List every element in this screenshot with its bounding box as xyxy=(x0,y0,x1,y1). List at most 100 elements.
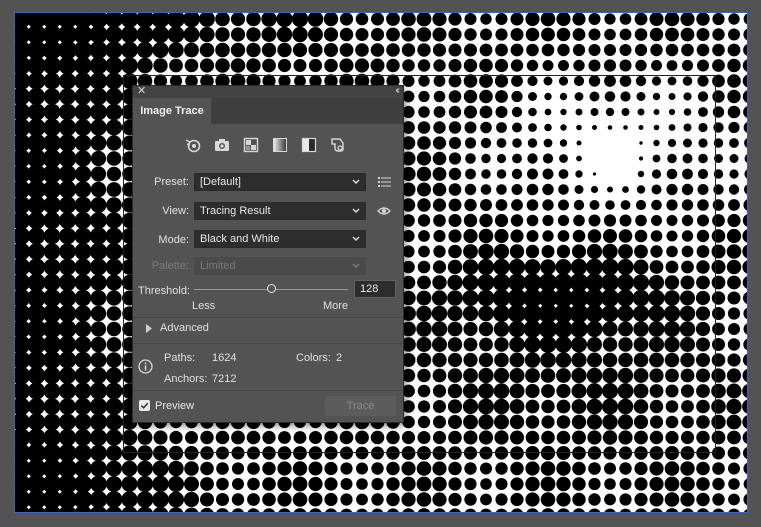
halftone-dot xyxy=(681,400,694,413)
halftone-dot xyxy=(572,492,586,507)
preset-dropdown[interactable]: [Default] xyxy=(194,173,366,191)
grayscale-icon[interactable] xyxy=(272,137,288,153)
halftone-dot xyxy=(587,337,602,352)
halftone-dot xyxy=(634,430,648,445)
halftone-dot xyxy=(496,169,507,179)
halftone-dot xyxy=(417,275,431,290)
halftone-dot xyxy=(89,87,108,106)
chevron-down-icon xyxy=(352,208,360,213)
halftone-dot xyxy=(743,13,747,25)
halftone-dot xyxy=(323,27,339,42)
preview-label[interactable]: Preview xyxy=(155,400,194,412)
halftone-dot xyxy=(370,430,385,445)
chevron-right-icon[interactable] xyxy=(146,323,152,333)
low-color-icon[interactable] xyxy=(243,137,259,153)
tab-image-trace[interactable]: Image Trace xyxy=(133,98,211,124)
halftone-dot xyxy=(43,382,61,400)
auto-color-icon[interactable] xyxy=(185,137,201,153)
halftone-dot xyxy=(43,351,61,369)
halftone-dot xyxy=(216,462,229,475)
halftone-dot xyxy=(604,493,616,506)
threshold-input[interactable]: 128 xyxy=(354,280,396,298)
eye-icon[interactable] xyxy=(377,206,391,216)
halftone-dot xyxy=(277,42,292,58)
halftone-dot xyxy=(742,74,747,88)
mode-value: Black and White xyxy=(200,233,280,245)
halftone-dot xyxy=(682,153,693,164)
halftone-dot xyxy=(152,491,169,508)
paths-value: 1624 xyxy=(212,352,237,364)
halftone-dot xyxy=(602,398,618,415)
halftone-dot xyxy=(447,337,463,352)
halftone-dot xyxy=(601,258,619,276)
halftone-dot xyxy=(650,43,663,57)
halftone-dot xyxy=(510,446,524,460)
halftone-dot xyxy=(571,383,587,399)
halftone-dot xyxy=(339,43,354,57)
halftone-dot xyxy=(416,461,432,476)
halftone-dot xyxy=(649,492,664,507)
halftone-dot xyxy=(401,461,416,476)
halftone-dot xyxy=(15,87,31,106)
halftone-dot xyxy=(681,230,694,242)
halftone-dot xyxy=(728,121,740,134)
preset-manager-menu-icon[interactable] xyxy=(378,177,391,187)
preview-checkbox[interactable] xyxy=(139,400,150,411)
halftone-dot xyxy=(712,28,725,41)
halftone-dot xyxy=(696,399,710,414)
halftone-dot xyxy=(588,214,601,227)
halftone-dot xyxy=(463,430,478,445)
halftone-dot xyxy=(355,446,369,460)
halftone-dot xyxy=(649,260,664,274)
halftone-dot xyxy=(402,229,415,243)
halftone-dot xyxy=(680,275,695,290)
halftone-dot xyxy=(713,184,724,195)
halftone-dot xyxy=(712,462,725,475)
advanced-disclosure[interactable]: Advanced xyxy=(146,321,209,335)
halftone-dot xyxy=(402,245,415,258)
halftone-dot xyxy=(683,123,692,132)
halftone-dot xyxy=(325,508,337,512)
halftone-dot xyxy=(184,42,199,58)
halftone-dot xyxy=(199,13,215,27)
halftone-dot xyxy=(494,74,509,88)
black-and-white-icon[interactable] xyxy=(301,137,317,153)
halftone-dot xyxy=(27,505,46,512)
close-icon[interactable]: ✕ xyxy=(137,85,146,97)
halftone-dot xyxy=(355,13,369,26)
halftone-dot xyxy=(262,477,276,491)
mode-dropdown[interactable]: Black and White xyxy=(194,230,366,248)
halftone-dot xyxy=(742,415,747,429)
halftone-dot xyxy=(27,382,46,400)
threshold-slider-thumb[interactable] xyxy=(266,284,276,293)
halftone-dot xyxy=(742,90,747,103)
high-color-icon[interactable] xyxy=(214,137,230,153)
halftone-dot xyxy=(650,230,663,242)
trace-button[interactable]: Trace xyxy=(325,396,396,416)
halftone-dot xyxy=(726,414,742,430)
outline-icon[interactable] xyxy=(330,137,346,153)
halftone-dot xyxy=(137,506,153,512)
halftone-dot xyxy=(386,27,400,42)
view-dropdown[interactable]: Tracing Result xyxy=(194,202,366,220)
collapse-panel-icon[interactable]: ‹‹ xyxy=(395,85,399,97)
halftone-dot xyxy=(681,214,694,227)
halftone-dot xyxy=(542,230,554,242)
halftone-dot xyxy=(105,506,123,512)
halftone-dot xyxy=(277,461,292,476)
halftone-dot xyxy=(509,383,525,399)
halftone-dot xyxy=(602,337,618,352)
halftone-dot xyxy=(557,43,570,57)
halftone-dot xyxy=(432,13,447,27)
halftone-dot xyxy=(90,290,107,306)
halftone-dot xyxy=(27,211,46,230)
halftone-dot xyxy=(632,289,650,307)
halftone-dot xyxy=(727,446,741,460)
halftone-dot xyxy=(448,477,462,491)
halftone-dot xyxy=(588,13,601,25)
halftone-dot xyxy=(416,27,432,42)
panel-title-bar[interactable]: ✕ ‹‹ xyxy=(133,85,403,98)
halftone-dot xyxy=(509,244,525,259)
halftone-dot xyxy=(726,228,742,244)
halftone-dot xyxy=(544,108,552,116)
